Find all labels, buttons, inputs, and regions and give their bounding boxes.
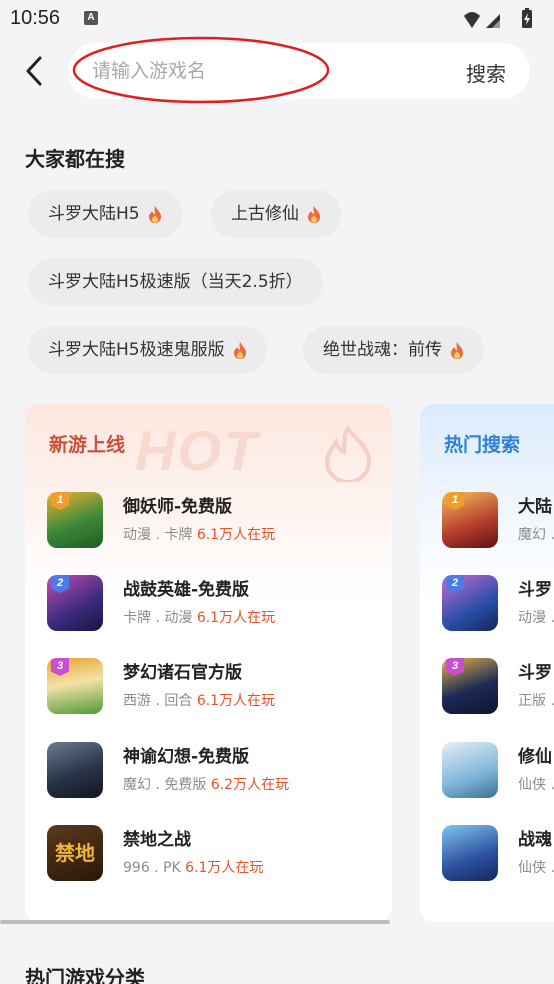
flame-watermark-icon bbox=[325, 426, 371, 482]
game-players: 6.1万人在玩 bbox=[185, 860, 264, 876]
jindi-game-icon: 禁地 bbox=[47, 825, 103, 881]
status-icons bbox=[464, 8, 532, 28]
popular-chip[interactable]: 绝世战魂：前传 bbox=[303, 326, 484, 374]
back-button[interactable] bbox=[18, 52, 52, 90]
game-name: 战鼓英雄-免费版 bbox=[123, 580, 250, 600]
notification-icon: A bbox=[84, 11, 98, 25]
menghuan-game-icon: 3 bbox=[47, 658, 103, 714]
search-input[interactable] bbox=[92, 43, 432, 99]
search-button[interactable]: 搜索 bbox=[466, 58, 506, 87]
popular-searches-title: 大家都在搜 bbox=[25, 147, 125, 171]
popular-chip[interactable]: 斗罗大陆H5极速版（当天2.5折） bbox=[28, 258, 323, 306]
game-row[interactable]: 1 大陆 魔幻 . bbox=[442, 490, 554, 550]
chip-label: 绝世战魂：前传 bbox=[323, 340, 442, 360]
douluo2-game-icon: 3 bbox=[442, 658, 498, 714]
popular-chip[interactable]: 上古修仙 bbox=[211, 190, 341, 238]
popular-chip[interactable]: 斗罗大陆H5极速鬼服版 bbox=[28, 326, 267, 374]
game-meta: 正版 . bbox=[518, 693, 554, 709]
game-name: 御妖师-免费版 bbox=[123, 497, 233, 517]
wifi-icon bbox=[464, 12, 480, 28]
game-meta: 仙侠 . bbox=[518, 860, 554, 876]
game-row[interactable]: 3 斗罗 正版 . bbox=[442, 656, 554, 716]
chip-label: 斗罗大陆H5极速鬼服版 bbox=[48, 340, 225, 360]
game-row[interactable]: 修仙 仙侠 . bbox=[442, 740, 554, 800]
game-meta: 魔幻 . 免费版 6.2万人在玩 bbox=[123, 774, 289, 794]
game-row[interactable]: 神谕幻想-免费版 魔幻 . 免费版 6.2万人在玩 bbox=[47, 740, 387, 800]
categories-title: 热门游戏分类 bbox=[25, 966, 145, 984]
rank-badge: 3 bbox=[51, 658, 69, 676]
game-meta: 仙侠 . bbox=[518, 777, 554, 793]
game-meta: 卡牌 . 动漫 6.1万人在玩 bbox=[123, 607, 275, 627]
popular-chip[interactable]: 斗罗大陆H5 bbox=[28, 190, 182, 238]
chip-label: 斗罗大陆H5 bbox=[48, 204, 140, 224]
game-meta: 魔幻 . bbox=[518, 527, 554, 543]
fire-icon bbox=[148, 205, 161, 223]
game-tags: 动漫 . 卡牌 bbox=[123, 527, 193, 543]
zhangu-game-icon: 2 bbox=[47, 575, 103, 631]
hot-search-card: 热门搜索 1 大陆 魔幻 . 2 斗罗 动漫 . 3 斗罗 正版 . 修仙 仙侠… bbox=[420, 404, 554, 922]
game-row[interactable]: 2 战鼓英雄-免费版 卡牌 . 动漫 6.1万人在玩 bbox=[47, 573, 387, 633]
game-meta: 动漫 . bbox=[518, 610, 554, 626]
game-row[interactable]: 1 御妖师-免费版 动漫 . 卡牌 6.1万人在玩 bbox=[47, 490, 387, 550]
xiuxian-game-icon bbox=[442, 742, 498, 798]
game-meta: 996 . PK 6.1万人在玩 bbox=[123, 857, 263, 877]
search-bar: 搜索 bbox=[68, 43, 530, 99]
hot-watermark: HOT bbox=[135, 419, 260, 482]
rank-badge: 1 bbox=[51, 492, 69, 510]
rank-badge: 2 bbox=[51, 575, 69, 593]
fire-icon bbox=[451, 341, 463, 359]
game-tags: 魔幻 . 免费版 bbox=[123, 777, 207, 793]
rank-badge: 3 bbox=[446, 658, 464, 676]
game-name: 大陆 bbox=[518, 497, 552, 517]
new-games-card: HOT 新游上线 1 御妖师-免费版 动漫 . 卡牌 6.1万人在玩 2 战鼓英… bbox=[25, 404, 392, 922]
game-tags: 西游 . 回合 bbox=[123, 693, 193, 709]
game-row[interactable]: 战魂 仙侠 . bbox=[442, 823, 554, 883]
game-row[interactable]: 3 梦幻诸石官方版 西游 . 回合 6.1万人在玩 bbox=[47, 656, 387, 716]
rank-badge: 2 bbox=[446, 575, 464, 593]
fire-icon bbox=[233, 341, 246, 359]
game-icon-text: 禁地 bbox=[55, 841, 95, 865]
game-name: 斗罗 bbox=[518, 580, 552, 600]
dalu-game-icon: 1 bbox=[442, 492, 498, 548]
game-name: 修仙 bbox=[518, 747, 552, 767]
horizontal-scrollbar[interactable] bbox=[0, 920, 390, 924]
status-time: 10:56 bbox=[10, 7, 61, 29]
game-meta: 西游 . 回合 6.1万人在玩 bbox=[123, 690, 275, 710]
yuyaoshi-game-icon: 1 bbox=[47, 492, 103, 548]
back-arrow-icon bbox=[26, 56, 42, 86]
game-name: 禁地之战 bbox=[123, 830, 191, 850]
chip-label: 上古修仙 bbox=[231, 204, 299, 224]
game-tags: 996 . PK bbox=[123, 860, 181, 876]
game-name: 战魂 bbox=[518, 830, 552, 850]
game-players: 6.1万人在玩 bbox=[196, 527, 276, 543]
game-tags: 卡牌 . 动漫 bbox=[123, 610, 193, 626]
game-meta: 动漫 . 卡牌 6.1万人在玩 bbox=[123, 524, 275, 544]
game-players: 6.2万人在玩 bbox=[210, 777, 290, 793]
game-players: 6.1万人在玩 bbox=[196, 610, 276, 626]
game-name: 神谕幻想-免费版 bbox=[123, 747, 250, 767]
rank-badge: 1 bbox=[446, 492, 464, 510]
zhanhun-game-icon bbox=[442, 825, 498, 881]
hot-search-title: 热门搜索 bbox=[444, 434, 521, 456]
new-games-title: 新游上线 bbox=[49, 434, 126, 456]
game-row[interactable]: 2 斗罗 动漫 . bbox=[442, 573, 554, 633]
status-bar: 10:56 A bbox=[0, 0, 554, 38]
chip-label: 斗罗大陆H5极速版（当天2.5折） bbox=[48, 272, 303, 292]
game-row[interactable]: 禁地 禁地之战 996 . PK 6.1万人在玩 bbox=[47, 823, 387, 883]
fire-icon bbox=[308, 205, 320, 223]
douluo-game-icon: 2 bbox=[442, 575, 498, 631]
game-name: 梦幻诸石官方版 bbox=[123, 663, 242, 683]
game-players: 6.1万人在玩 bbox=[196, 693, 276, 709]
game-name: 斗罗 bbox=[518, 663, 552, 683]
shenyu-game-icon bbox=[47, 742, 103, 798]
